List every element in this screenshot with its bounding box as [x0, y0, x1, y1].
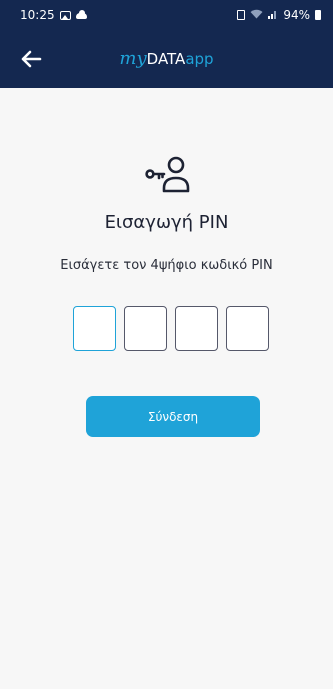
screen: 10:25 94% myDATAapp Εισαγωγή PIN Εισάγετ… — [0, 0, 333, 689]
app-bar: myDATAapp — [0, 30, 333, 88]
pin-digit-4[interactable] — [226, 306, 269, 351]
pin-instructions: Εισάγετε τον 4ψήφιο κωδικό PIN — [60, 258, 273, 273]
cloud-icon — [75, 10, 87, 19]
logo-app: app — [185, 50, 214, 68]
status-time: 10:25 — [20, 8, 55, 22]
battery-icon — [315, 10, 321, 20]
wifi-icon — [250, 8, 263, 22]
logo-my: my — [119, 48, 147, 69]
sim-icon — [237, 10, 246, 20]
battery-percent: 94% — [283, 8, 310, 22]
key-user-icon — [145, 154, 191, 194]
logo-data: DATA — [146, 50, 186, 68]
pin-digit-2[interactable] — [124, 306, 167, 351]
login-button[interactable]: Σύνδεση — [86, 396, 260, 437]
status-right: 94% — [237, 8, 321, 22]
status-bar: 10:25 94% — [0, 0, 333, 30]
pin-input-group — [73, 306, 269, 351]
photo-icon — [59, 10, 71, 20]
signal-icon — [268, 9, 278, 22]
pin-digit-1[interactable] — [73, 306, 116, 351]
status-left: 10:25 — [20, 8, 87, 22]
pin-digit-3[interactable] — [175, 306, 218, 351]
page-title: Εισαγωγή PIN — [104, 212, 229, 233]
app-logo: myDATAapp — [0, 48, 333, 69]
